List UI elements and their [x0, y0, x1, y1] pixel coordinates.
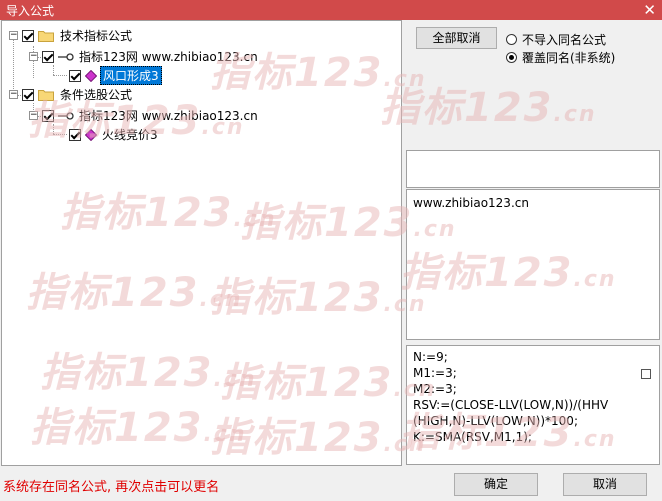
code-line: N:=9;	[413, 350, 448, 364]
link-icon	[58, 52, 74, 61]
empty-info-box	[406, 150, 660, 188]
tree-node-label: 技术指标公式	[60, 29, 133, 43]
small-checkbox-icon[interactable]	[641, 369, 651, 379]
tree-node-stock-selection-formulas[interactable]: − 条件选股公式	[9, 86, 134, 103]
code-line: (HIGH,N)-LLV(LOW,N))*100;	[413, 414, 578, 428]
info-text: www.zhibiao123.cn	[413, 196, 529, 210]
code-line: M1:=3;	[413, 366, 457, 380]
formula-diamond-icon	[85, 128, 97, 141]
option-skip-same-name[interactable]: 不导入同名公式	[506, 31, 606, 48]
tree-node-fengkou[interactable]: 风口形成3	[69, 66, 162, 85]
formula-tree[interactable]: − 技术指标公式 − 指标123网 www.zhibiao123.cn 风口形成…	[1, 20, 402, 466]
collapse-icon[interactable]: −	[9, 90, 18, 99]
tree-node-indicator-formulas[interactable]: − 技术指标公式	[9, 27, 134, 44]
option-label: 不导入同名公式	[522, 33, 607, 47]
formula-info-box: www.zhibiao123.cn	[406, 189, 660, 340]
node-checkbox[interactable]	[22, 88, 34, 101]
window-title: 导入公式	[6, 4, 55, 18]
tree-node-label: 条件选股公式	[60, 88, 133, 102]
folder-icon	[38, 30, 54, 42]
tree-node-zhibiao-indicators[interactable]: − 指标123网 www.zhibiao123.cn	[29, 48, 260, 65]
cancel-button[interactable]: 取消	[563, 473, 647, 496]
tree-node-label: 指标123网 www.zhibiao123.cn	[79, 109, 258, 123]
tree-node-label-selected: 风口形成3	[100, 66, 162, 85]
node-checkbox[interactable]	[42, 109, 54, 122]
folder-icon	[38, 89, 54, 101]
node-checkbox[interactable]	[42, 50, 54, 63]
code-line: RSV:=(CLOSE-LLV(LOW,N))/(HHV	[413, 398, 609, 412]
collapse-icon[interactable]: −	[29, 52, 38, 61]
code-line: M2:=3;	[413, 382, 457, 396]
node-checkbox[interactable]	[22, 29, 34, 42]
ok-button[interactable]: 确定	[454, 473, 538, 496]
collapse-icon[interactable]: −	[9, 31, 18, 40]
title-bar[interactable]: 导入公式 ✕	[0, 0, 662, 20]
formula-diamond-icon	[85, 69, 97, 82]
node-checkbox[interactable]	[69, 128, 81, 141]
code-line: K:=SMA(RSV,M1,1);	[413, 430, 532, 444]
tree-node-label: 指标123网 www.zhibiao123.cn	[79, 50, 258, 64]
option-label: 覆盖同名(非系统)	[522, 51, 616, 65]
link-icon	[58, 111, 74, 120]
status-message: 系统存在同名公式, 再次点击可以更名	[3, 480, 220, 495]
tree-node-zhibiao-selection[interactable]: − 指标123网 www.zhibiao123.cn	[29, 107, 260, 124]
option-overwrite-same-name[interactable]: 覆盖同名(非系统)	[506, 49, 615, 66]
radio-on-icon[interactable]	[506, 52, 517, 63]
tree-node-label: 火线竞价3	[102, 128, 158, 142]
formula-code-box[interactable]: N:=9; M1:=3; M2:=3; RSV:=(CLOSE-LLV(LOW,…	[406, 345, 660, 465]
cancel-all-button[interactable]: 全部取消	[416, 27, 497, 49]
node-checkbox[interactable]	[69, 69, 81, 82]
radio-off-icon[interactable]	[506, 34, 517, 45]
tree-node-huoxian[interactable]: 火线竞价3	[69, 126, 160, 143]
close-icon[interactable]: ✕	[643, 0, 656, 20]
watermark-logo: 指标123.cn	[380, 85, 597, 131]
collapse-icon[interactable]: −	[29, 111, 38, 120]
